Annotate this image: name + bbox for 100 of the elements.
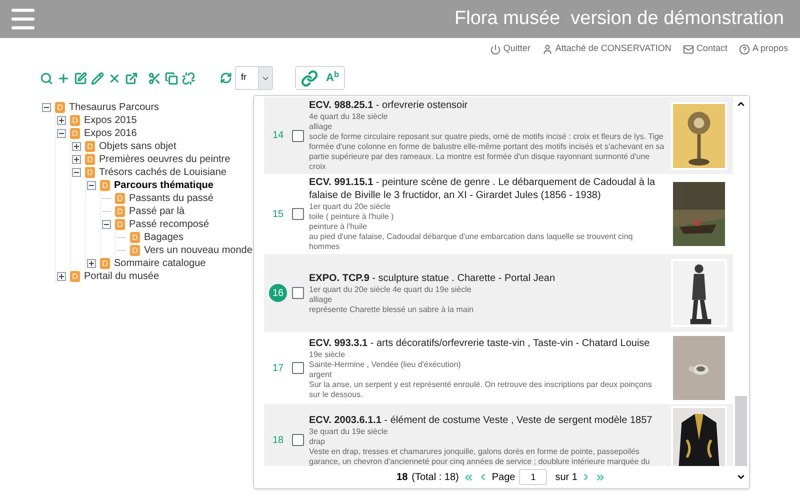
result-detail: Sur la anse, un serpent y est représenté enroulé. On retrouve des inscriptions par deux poinçons sur le dessous. (309, 380, 653, 400)
collapse-toggle[interactable] (42, 103, 51, 112)
copy-icon[interactable] (165, 72, 178, 84)
result-title[interactable]: ECV. 2003.6.1.1 - élément de costume Veste , Veste de sergent modèle 1857 (309, 414, 665, 426)
external-link-icon[interactable] (125, 72, 138, 84)
collapse-toggle[interactable] (57, 129, 66, 138)
row-checkbox[interactable] (292, 208, 304, 220)
page-label: Page (492, 470, 516, 484)
minus-icon (104, 222, 109, 227)
result-detail: 19e siècle (309, 350, 346, 360)
folder-badge: D (115, 193, 125, 204)
folder-badge: D (70, 271, 80, 282)
result-detail: Veste en drap, tresses et chamarures jonquille, galons dorés en forme de pointe, passepoilés garance, un chevron d'ancienneté pour cinq années de service ; doublure intérieure marquée du (309, 446, 651, 466)
folder-badge: D (55, 102, 65, 113)
plus-icon (59, 118, 64, 123)
expand-toggle[interactable] (57, 116, 66, 125)
tree-item[interactable]: Sommaire catalogue (114, 256, 206, 271)
result-title[interactable]: ECV. 993.3.1 - arts décoratifs/orfevrerie taste-vin , Taste-vin - Chatard Louise (309, 336, 665, 350)
result-row[interactable]: 16 EXPO. TCP.9 - sculpture statue . Charette - Portal Jean 1er quart du 20e siècle 4e quart du 19e siècle alliage représente Charette blessé un sabre à la main (264, 254, 733, 332)
scissors-icon[interactable] (148, 72, 161, 84)
expand-toggle[interactable] (87, 259, 96, 268)
mail-icon (683, 44, 694, 54)
folder-badge: D (85, 167, 95, 178)
header-link[interactable]: Quitter (490, 42, 530, 56)
language-select[interactable]: fr (235, 66, 273, 90)
folder-badge: D (115, 219, 125, 230)
result-detail: argent (309, 370, 333, 380)
tree-item[interactable]: Thesaurus Parcours (69, 100, 160, 115)
result-title[interactable]: EXPO. TCP.9 - sculpture statue . Charette - Portal Jean (309, 272, 665, 284)
result-detail: représente Charette blessé un sabre à la main (309, 304, 475, 314)
tree-item[interactable]: Premières oeuvres du peintre (99, 152, 230, 167)
row-checkbox[interactable] (292, 434, 304, 446)
tree-item[interactable]: Passé recomposé (129, 217, 210, 232)
folder-badge: D (70, 115, 80, 126)
tree-item[interactable]: Bagages (144, 230, 184, 245)
tree-item[interactable]: Objets sans objet (99, 139, 176, 154)
row-number: 15 (272, 208, 284, 222)
row-number: 14 (272, 129, 284, 143)
plus-icon (89, 261, 94, 266)
scroll-down-icon[interactable] (736, 472, 746, 482)
row-number: 16 (269, 284, 287, 302)
result-detail: socle de forme circulaire reposant sur quatre pieds, orné de motifs incisé : croix et fleurs de lys. Tige formée d'une colonne en forme de balustre elle-même portant des motifs incisés et s'achevant en sa partie supérieure par des rameaux. La montre est formée d'un disque rayonnant surmonté d'une croix (309, 132, 665, 172)
result-count: 18 (396, 470, 408, 484)
row-checkbox[interactable] (292, 130, 304, 142)
row-number: 17 (272, 362, 284, 376)
tree-item[interactable]: Expos 2016 (84, 126, 137, 141)
square-pen-icon[interactable] (74, 72, 87, 84)
tree-item[interactable]: Parcours thématique (114, 178, 214, 193)
row-checkbox[interactable] (292, 362, 304, 374)
refresh-icon[interactable] (220, 72, 232, 84)
scroll-up-icon[interactable] (736, 99, 746, 109)
header-link[interactable]: Attaché de CONSERVATION (542, 42, 672, 56)
folder-badge: D (70, 128, 80, 139)
minus-icon (74, 170, 79, 175)
header-link[interactable]: A propos (739, 42, 788, 56)
power-icon (490, 44, 502, 54)
folder-badge: D (115, 206, 125, 217)
expand-toggle[interactable] (57, 272, 66, 281)
result-detail: au pied d'une falaise, Cadoudal débarque d'une embarcation dans laquelle se trouvent cinq hommes (309, 232, 634, 252)
scrollbar-thumb[interactable] (735, 396, 747, 466)
tree-item[interactable]: Vers un nouveau monde (144, 243, 252, 258)
result-detail: 1er quart du 20e siècle (309, 202, 392, 212)
tree-item[interactable]: Passants du passé (129, 191, 214, 206)
folder-badge: D (100, 258, 110, 269)
tree-item[interactable]: Passé par là (129, 204, 185, 219)
expand-toggle[interactable] (72, 142, 81, 151)
minus-icon (59, 131, 64, 136)
close-icon[interactable] (108, 72, 121, 84)
header-link[interactable]: Contact (683, 42, 728, 56)
search-icon[interactable] (40, 72, 53, 84)
row-checkbox[interactable] (292, 287, 304, 299)
collapse-toggle[interactable] (72, 168, 81, 177)
row-number: 18 (272, 434, 284, 448)
minus-icon (44, 105, 49, 110)
folder-badge: D (130, 232, 140, 243)
tree-item[interactable]: Trésors cachés de Louisiane (99, 165, 226, 180)
help-icon (739, 44, 750, 54)
result-detail: 1er quart du 20e siècle 4e quart du 19e siècle (309, 284, 472, 294)
app-title: Flora musée version de démonstration (454, 6, 785, 31)
folder-badge: D (100, 180, 110, 191)
page-total: sur 1 (555, 470, 578, 484)
tree-item[interactable]: Portail du musée (84, 269, 160, 284)
link-icon[interactable] (301, 70, 318, 86)
expand-toggle[interactable] (72, 155, 81, 164)
pencil-icon[interactable] (91, 72, 104, 84)
user-icon (542, 44, 554, 54)
collapse-toggle[interactable] (102, 220, 111, 229)
result-detail: toile ( peinture à l'huile ) (309, 212, 395, 222)
plus-icon (74, 157, 79, 162)
folder-badge: D (130, 245, 140, 256)
result-row[interactable] (264, 404, 733, 466)
minus-icon (89, 183, 94, 188)
broken-link-icon[interactable] (182, 72, 195, 84)
result-title[interactable]: ECV. 988.25.1 - orfevrerie ostensoir (309, 99, 665, 112)
result-title[interactable]: ECV. 991.15.1 - peinture scène de genre . Le débarquement de Cadoudal à la falaise de Biville le 3 fructidor, an XI - Girardet Jules (1856 - 1938) (309, 176, 665, 202)
plus-icon[interactable] (57, 72, 70, 84)
collapse-toggle[interactable] (87, 181, 96, 190)
folder-badge: D (85, 154, 95, 165)
tree-item[interactable]: Expos 2015 (84, 113, 137, 128)
page-field[interactable]: 1 (519, 469, 548, 485)
